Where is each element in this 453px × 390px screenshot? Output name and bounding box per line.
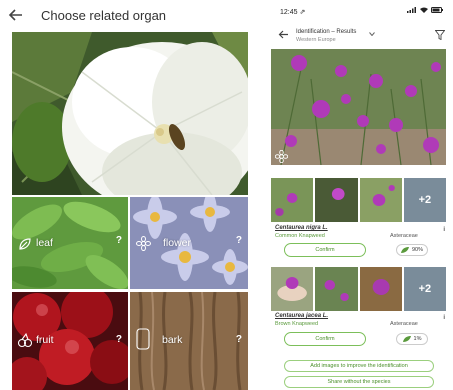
confirm-label: Confirm <box>315 247 335 253</box>
more-images-button[interactable]: +2 <box>403 267 446 311</box>
status-icons <box>407 7 443 13</box>
flower-icon <box>136 236 151 251</box>
score-leaf-icon <box>400 247 409 253</box>
organ-label-flower: flower <box>163 237 192 249</box>
leaf-icon <box>19 238 31 250</box>
thumbnail[interactable] <box>359 178 402 222</box>
results-header: Identification – Results Western Europe <box>264 24 453 48</box>
confirm-label: Confirm <box>315 336 335 342</box>
results-title: Identification – Results <box>296 29 357 35</box>
info-icon[interactable]: i <box>443 227 445 233</box>
add-images-button[interactable]: Add images to improve the identification <box>284 360 434 372</box>
thumbnail-image <box>275 193 298 216</box>
info-icon[interactable]: i <box>443 315 445 321</box>
more-images-count: +2 <box>418 194 432 206</box>
family-name: Asteraceae <box>390 321 418 327</box>
signal-icon <box>407 7 416 13</box>
add-images-label: Add images to improve the identification <box>310 363 408 369</box>
fruit-icon <box>17 332 33 348</box>
bark-icon <box>136 328 150 350</box>
score-value: 1% <box>413 336 422 342</box>
flower-icon <box>275 150 288 163</box>
organ-label-bark: bark <box>162 334 183 346</box>
thumbnail[interactable] <box>271 178 314 222</box>
thumbnail[interactable] <box>359 267 402 311</box>
thumbnail-image <box>324 280 350 301</box>
common-name: Common Knapweed <box>275 233 325 239</box>
species-name[interactable]: Centaurea nigra L. <box>275 225 328 231</box>
chevron-down-icon[interactable] <box>369 32 375 36</box>
organ-tile-fruit[interactable]: fruit ? <box>12 292 128 390</box>
score-leaf-icon <box>402 336 411 342</box>
score-value: 90% <box>411 247 423 253</box>
thumbnail-image <box>372 185 395 206</box>
species-name[interactable]: Centaurea jacea L. <box>275 313 328 319</box>
organ-tile-flower[interactable]: flower ? <box>130 197 248 289</box>
submitted-photo[interactable] <box>271 49 446 165</box>
organ-help-badge[interactable]: ? <box>116 235 122 246</box>
thumbnail-image <box>277 277 307 301</box>
score-badge: 90% <box>396 244 428 256</box>
organ-help-badge[interactable]: ? <box>116 334 122 345</box>
organ-label-leaf: leaf <box>36 237 53 249</box>
score-badge: 1% <box>396 333 428 345</box>
status-bar: 12:45 ⇗ <box>264 0 453 20</box>
more-images-count: +2 <box>418 283 432 295</box>
organ-tile-bark[interactable]: bark ? <box>130 292 248 390</box>
thumbnail[interactable] <box>271 267 314 311</box>
wifi-icon <box>420 7 428 13</box>
back-arrow-icon[interactable] <box>278 29 289 40</box>
left-header: Choose related organ <box>0 0 258 32</box>
organ-tile-leaf[interactable]: leaf ? <box>12 197 128 289</box>
organ-help-badge[interactable]: ? <box>236 334 242 345</box>
thumbnail[interactable] <box>315 178 358 222</box>
thumbnail-image <box>332 188 345 200</box>
identification-results-screen: 12:45 ⇗ Identification – Results Western… <box>264 0 453 390</box>
more-images-button[interactable]: +2 <box>403 178 446 222</box>
region-label[interactable]: Western Europe <box>296 37 336 43</box>
confirm-button[interactable]: Confirm <box>284 332 366 346</box>
thumbnail[interactable] <box>315 267 358 311</box>
bindweed-flower-image <box>12 32 248 195</box>
confirm-button[interactable]: Confirm <box>284 243 366 257</box>
back-arrow-icon[interactable] <box>8 7 24 23</box>
common-name: Brown Knapweed <box>275 321 319 327</box>
family-name: Asteraceae <box>390 233 418 239</box>
organ-help-badge[interactable]: ? <box>236 235 242 246</box>
share-label: Share without the species <box>327 379 391 385</box>
battery-icon <box>431 7 443 13</box>
knapweed-photo <box>271 49 446 165</box>
status-time: 12:45 ⇗ <box>280 9 306 16</box>
main-photo <box>12 32 248 195</box>
result-thumbnails: +2 <box>271 267 446 311</box>
page-title: Choose related organ <box>41 8 167 23</box>
share-without-species-button[interactable]: Share without the species <box>284 376 434 388</box>
result-thumbnails: +2 <box>271 178 446 222</box>
organ-selection-screen: Choose related organ leaf ? flower ? fru… <box>0 0 258 390</box>
thumbnail-image <box>372 279 390 295</box>
organ-label-fruit: fruit <box>36 334 54 346</box>
filter-icon[interactable] <box>435 30 445 40</box>
